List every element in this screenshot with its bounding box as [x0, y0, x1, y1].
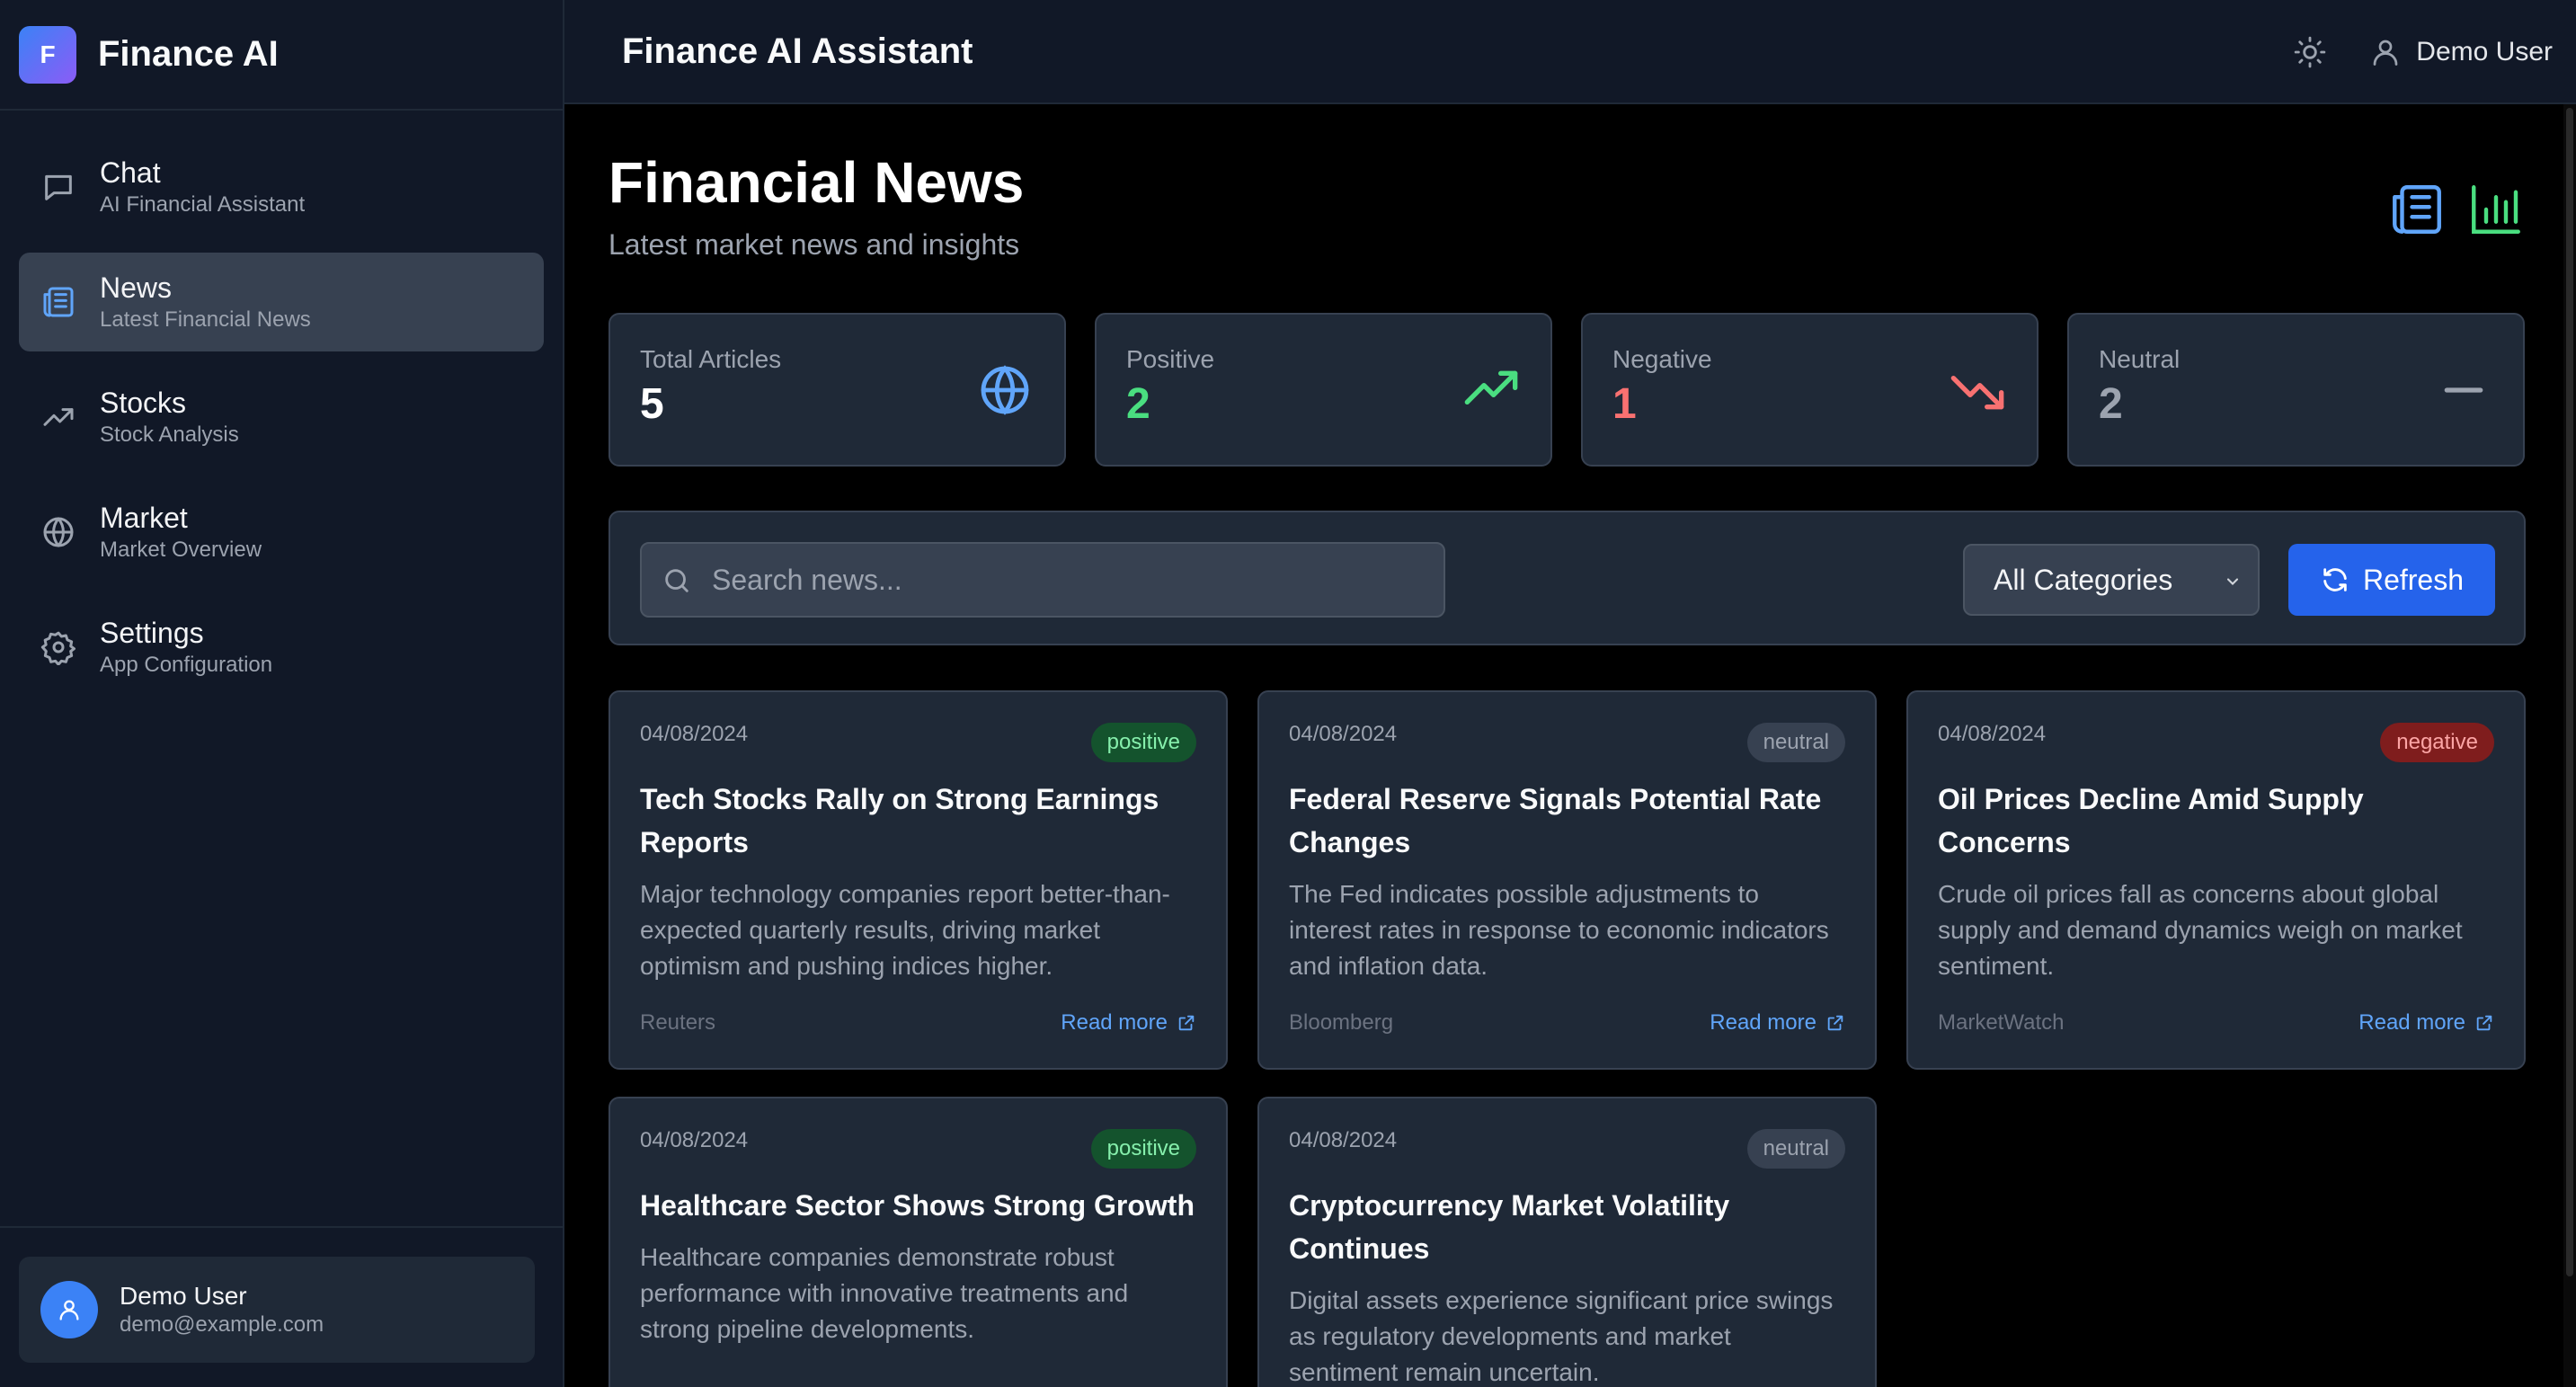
sidebar-item-market[interactable]: Market Market Overview: [19, 483, 544, 582]
user-email: demo@example.com: [120, 1312, 324, 1337]
sidebar-user-section: Demo User demo@example.com: [0, 1226, 563, 1387]
read-more-label: Read more: [2358, 1010, 2465, 1035]
theme-toggle-button[interactable]: [2290, 32, 2330, 72]
sidebar: F Finance AI Chat AI Financial Assistant…: [0, 0, 564, 1387]
sentiment-badge: positive: [1090, 723, 1196, 762]
app-root: F Finance AI Chat AI Financial Assistant…: [0, 0, 2576, 1387]
stat-card-positive: Positive 2: [1095, 313, 1552, 467]
news-toolbar: All Categories Refresh: [608, 511, 2526, 645]
sentiment-badge: neutral: [1746, 1129, 1845, 1169]
header-user-menu[interactable]: Demo User: [2369, 36, 2553, 68]
card-description: Crude oil prices fall as concerns about …: [1938, 880, 2463, 980]
card-description: Digital assets experience significant pr…: [1289, 1286, 1834, 1386]
sentiment-badge: positive: [1090, 1129, 1196, 1169]
read-more-link[interactable]: Read more: [1710, 1010, 1845, 1036]
news-icon: [2393, 185, 2441, 234]
main-scrollbar[interactable]: [2563, 104, 2576, 1387]
news-card[interactable]: 04/08/2024 positive Healthcare Sector Sh…: [608, 1097, 1228, 1387]
avatar: [40, 1281, 98, 1338]
page-subtitle: Latest market news and insights: [608, 228, 1020, 261]
header-user-name: Demo User: [2416, 37, 2553, 67]
card-source: Reuters: [640, 1010, 716, 1035]
chevron-down-icon: [2226, 578, 2239, 585]
user-card[interactable]: Demo User demo@example.com: [19, 1257, 535, 1363]
sidebar-item-chat[interactable]: Chat AI Financial Assistant: [19, 138, 544, 236]
sidebar-item-subtitle: App Configuration: [100, 653, 273, 677]
external-link-icon: [1827, 1015, 1843, 1031]
main-content: Financial News Latest market news and in…: [564, 104, 2576, 1387]
gear-icon: [40, 631, 76, 665]
globe-icon: [43, 517, 74, 547]
sentiment-badge: neutral: [1746, 723, 1845, 762]
read-more-label: Read more: [1710, 1010, 1817, 1035]
sidebar-item-stocks[interactable]: Stocks Stock Analysis: [19, 368, 544, 467]
scrollbar-thumb[interactable]: [2566, 108, 2573, 1276]
sentiment-badge: negative: [2380, 723, 2494, 762]
stat-card-negative: Negative 1: [1581, 313, 2039, 467]
card-description: Healthcare companies demonstrate robust …: [640, 1243, 1129, 1343]
stats-row: Total Articles 5 Positive 2 Negative 1 N…: [608, 313, 2525, 467]
search-icon: [665, 569, 688, 592]
user-icon: [59, 1300, 79, 1320]
news-card[interactable]: 04/08/2024 positive Tech Stocks Rally on…: [608, 690, 1228, 1070]
card-title: Oil Prices Decline Amid Supply Concerns: [1938, 783, 2364, 858]
news-card[interactable]: 04/08/2024 negative Oil Prices Decline A…: [1906, 690, 2526, 1070]
chat-icon: [45, 174, 72, 200]
minus-icon: [2444, 387, 2483, 393]
card-title: Federal Reserve Signals Potential Rate C…: [1289, 783, 1822, 858]
top-header: Finance AI Assistant Demo User: [564, 0, 2576, 104]
category-select-value: All Categories: [1994, 563, 2173, 596]
header-title: Finance AI Assistant: [622, 31, 973, 71]
page-title: Financial News: [608, 150, 1025, 215]
sidebar-item-subtitle: Market Overview: [100, 538, 262, 562]
external-link-icon: [2476, 1015, 2492, 1031]
brand: F Finance AI: [0, 0, 563, 111]
card-title: Cryptocurrency Market Volatility Continu…: [1289, 1189, 1730, 1265]
trending-up-icon: [43, 408, 74, 426]
news-card[interactable]: 04/08/2024 neutral Federal Reserve Signa…: [1257, 690, 1877, 1070]
news-card[interactable]: 04/08/2024 neutral Cryptocurrency Market…: [1257, 1097, 1877, 1387]
card-title: Tech Stocks Rally on Strong Earnings Rep…: [640, 783, 1159, 858]
sidebar-item-subtitle: Stock Analysis: [100, 422, 239, 447]
stat-card-total: Total Articles 5: [608, 313, 1066, 467]
refresh-icon: [2323, 568, 2347, 591]
stat-card-neutral: Neutral 2: [2067, 313, 2525, 467]
read-more-link[interactable]: Read more: [1061, 1010, 1196, 1036]
card-description: Major technology companies report better…: [640, 880, 1170, 980]
card-title: Healthcare Sector Shows Strong Growth: [640, 1189, 1195, 1222]
brand-name: Finance AI: [98, 34, 279, 74]
user-name: Demo User: [120, 1282, 247, 1310]
brand-logo: F: [19, 25, 76, 84]
sidebar-item-title: News: [100, 271, 173, 304]
user-icon: [2373, 40, 2398, 66]
trending-up-icon: [1464, 370, 1518, 405]
sidebar-item-subtitle: Latest Financial News: [100, 307, 311, 332]
search-input[interactable]: [712, 544, 1431, 616]
sidebar-item-title: Market: [100, 502, 188, 534]
sun-icon: [2295, 36, 2326, 68]
sidebar-item-title: Settings: [100, 617, 204, 649]
bar-chart-icon: [2472, 185, 2520, 234]
category-select[interactable]: All Categories: [1963, 544, 2260, 616]
sidebar-item-settings[interactable]: Settings App Configuration: [19, 598, 544, 697]
trending-down-icon: [1950, 376, 2004, 410]
sidebar-item-news[interactable]: News Latest Financial News: [19, 253, 544, 351]
search-box: [640, 542, 1445, 618]
sidebar-item-subtitle: AI Financial Assistant: [100, 192, 306, 217]
refresh-button[interactable]: Refresh: [2288, 544, 2495, 616]
card-source: Bloomberg: [1289, 1010, 1394, 1035]
refresh-button-label: Refresh: [2362, 563, 2465, 596]
card-source: MarketWatch: [1938, 1010, 2065, 1035]
news-icon: [43, 287, 74, 317]
page-header-icons: [2387, 180, 2526, 239]
sidebar-nav: Chat AI Financial Assistant News Latest …: [0, 111, 563, 697]
sidebar-item-title: Stocks: [100, 387, 187, 419]
card-description: The Fed indicates possible adjustments t…: [1289, 880, 1829, 980]
sidebar-item-title: Chat: [100, 156, 161, 189]
globe-icon: [981, 365, 1029, 415]
read-more-label: Read more: [1061, 1010, 1168, 1035]
read-more-link[interactable]: Read more: [2358, 1010, 2494, 1036]
external-link-icon: [1178, 1015, 1195, 1031]
